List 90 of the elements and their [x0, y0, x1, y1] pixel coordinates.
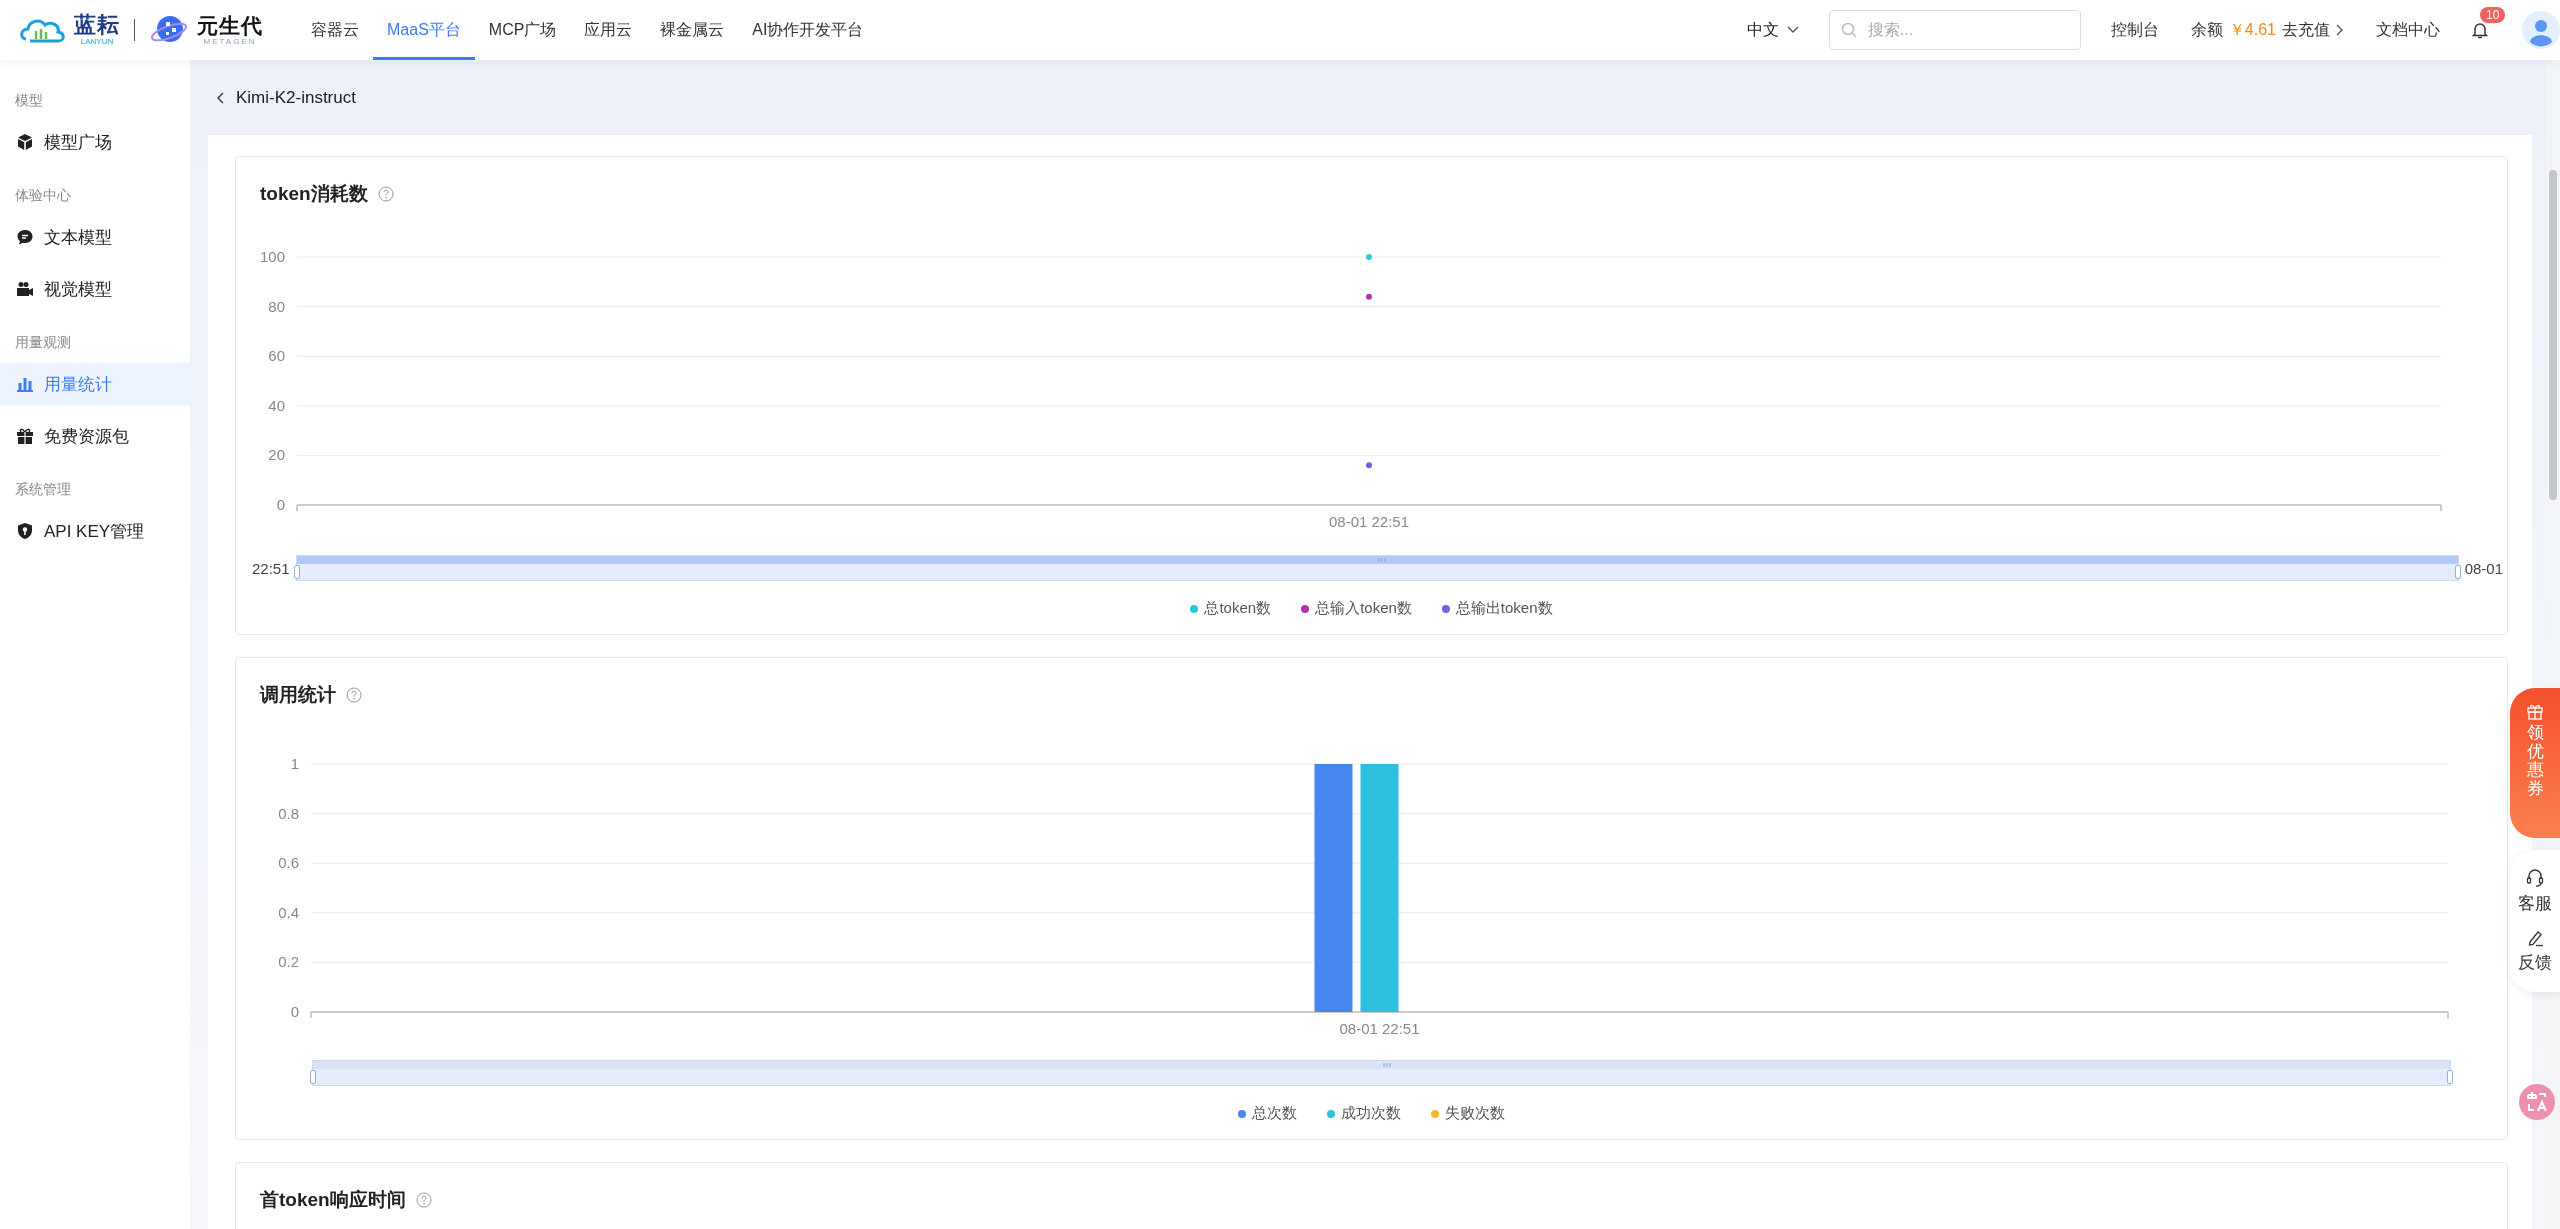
card-title: 首token响应时间 — [260, 1188, 406, 1212]
recharge-label: 去充值 — [2282, 19, 2330, 40]
sidebar-item[interactable]: API KEY管理 — [0, 510, 190, 552]
help-icon[interactable] — [415, 1192, 432, 1208]
x-axis-label: 08-01 22:51 — [1339, 1020, 1420, 1037]
coupon-label: 领优惠券 — [2526, 724, 2544, 799]
balance-amount: ￥4.61 — [2228, 19, 2276, 40]
sidebar-item[interactable]: 文本模型 — [0, 216, 190, 258]
chevron-down-icon — [1786, 26, 1799, 34]
y-axis-label: 0.8 — [278, 804, 299, 822]
language-label: 中文 — [1746, 19, 1779, 40]
brand-name: 蓝耘 — [74, 14, 120, 36]
legend-item[interactable]: 总输入token数 — [1301, 599, 1412, 618]
section-title: 模型 — [14, 91, 44, 110]
balance-label: 余额 — [2190, 19, 2223, 40]
cube-icon — [16, 133, 34, 151]
sidebar-item[interactable]: 免费资源包 — [0, 415, 190, 457]
bell-icon[interactable] — [2472, 21, 2488, 39]
page-title: Kimi-K2-instruct — [236, 87, 356, 108]
gift-icon — [2526, 702, 2544, 720]
scrollbar-thumb[interactable] — [2549, 170, 2557, 500]
range-start-label: 22:51 — [252, 559, 290, 577]
data-point — [1366, 254, 1372, 260]
sidebar-item[interactable]: 视觉模型 — [0, 268, 190, 310]
brand-subtitle: METAGEN — [203, 37, 257, 46]
sidebar-item[interactable]: 用量统计 — [0, 363, 190, 405]
gift-icon — [16, 427, 34, 445]
back-icon[interactable] — [216, 91, 224, 104]
legend-item[interactable]: 总输出token数 — [1441, 599, 1553, 618]
slider-handle[interactable] — [293, 565, 300, 579]
card-title: token消耗数 — [260, 182, 368, 206]
search-field[interactable]: 搜索... — [1828, 10, 2081, 50]
video-camera-icon — [16, 280, 34, 298]
y-axis-label: 0.4 — [278, 903, 299, 921]
help-icon[interactable] — [377, 186, 394, 202]
nav-tab[interactable]: 应用云 — [570, 0, 647, 60]
slider-selection[interactable] — [296, 556, 2458, 564]
pen-icon — [2526, 929, 2544, 947]
legend-item[interactable]: 成功次数 — [1327, 1104, 1401, 1123]
section-title: 系统管理 — [14, 480, 72, 499]
nav-tab[interactable]: 容器云 — [297, 0, 373, 60]
y-axis-label: 80 — [268, 297, 285, 315]
nav-tab[interactable]: AI协作开发平台 — [738, 0, 878, 60]
search-icon — [1840, 22, 1857, 38]
y-axis-label: 40 — [268, 396, 285, 414]
balance-link[interactable]: 余额 ￥4.61 去充值 — [2190, 19, 2344, 41]
shield-key-icon — [16, 522, 34, 540]
y-axis-label: 1 — [290, 755, 299, 772]
slider-handle[interactable] — [2454, 565, 2461, 579]
x-axis-label: 08-01 22:51 — [1328, 513, 1410, 530]
nav-tab[interactable]: 裸金属云 — [646, 0, 739, 60]
console-link[interactable]: 控制台 — [2110, 19, 2159, 41]
chevron-right-icon — [2336, 24, 2344, 36]
legend-item[interactable]: 总次数 — [1238, 1104, 1297, 1123]
avatar-icon[interactable] — [2522, 11, 2560, 49]
data-point — [1366, 462, 1372, 469]
brand-name: 元生代 — [197, 14, 263, 36]
slider-selection[interactable] — [313, 1061, 2450, 1069]
brand-subtitle: LANYUN — [80, 38, 114, 46]
slider-handle[interactable] — [2447, 1070, 2453, 1084]
card-title: 调用统计 — [260, 683, 336, 707]
grip-icon[interactable] — [1381, 1063, 1392, 1067]
language-select[interactable]: 中文 — [1746, 19, 1799, 41]
customer-service-button[interactable]: 客服 — [2518, 868, 2552, 915]
nav-tab[interactable]: MCP广场 — [474, 0, 571, 60]
section-title: 用量观测 — [14, 333, 72, 352]
range-slider[interactable] — [295, 555, 2459, 581]
y-axis-label: 0 — [276, 496, 285, 513]
chat-bubble-icon — [16, 228, 34, 246]
bar-chart-icon — [16, 375, 34, 393]
legend-item[interactable]: 失败次数 — [1431, 1104, 1505, 1123]
range-slider[interactable] — [312, 1060, 2451, 1086]
data-point — [1366, 293, 1372, 300]
slider-handle[interactable] — [310, 1070, 316, 1084]
translate-icon[interactable] — [2519, 1084, 2555, 1120]
y-axis-label: 0 — [290, 1003, 299, 1020]
y-axis-label: 20 — [268, 446, 285, 464]
legend-item[interactable]: 总token数 — [1190, 599, 1272, 618]
range-end-label: 08-01 — [2464, 559, 2503, 577]
sidebar-item[interactable]: 模型广场 — [0, 121, 190, 163]
y-axis-label: 60 — [268, 347, 285, 365]
docs-link[interactable]: 文档中心 — [2376, 19, 2440, 41]
section-title: 体验中心 — [14, 186, 72, 205]
y-axis-label: 0.6 — [278, 854, 299, 872]
feedback-button[interactable]: 反馈 — [2518, 929, 2552, 974]
headset-icon — [2526, 868, 2544, 888]
y-axis-label: 0.2 — [278, 953, 299, 971]
y-axis-label: 100 — [259, 248, 285, 265]
notification-badge: 10 — [2480, 7, 2506, 23]
help-icon[interactable] — [346, 687, 362, 703]
